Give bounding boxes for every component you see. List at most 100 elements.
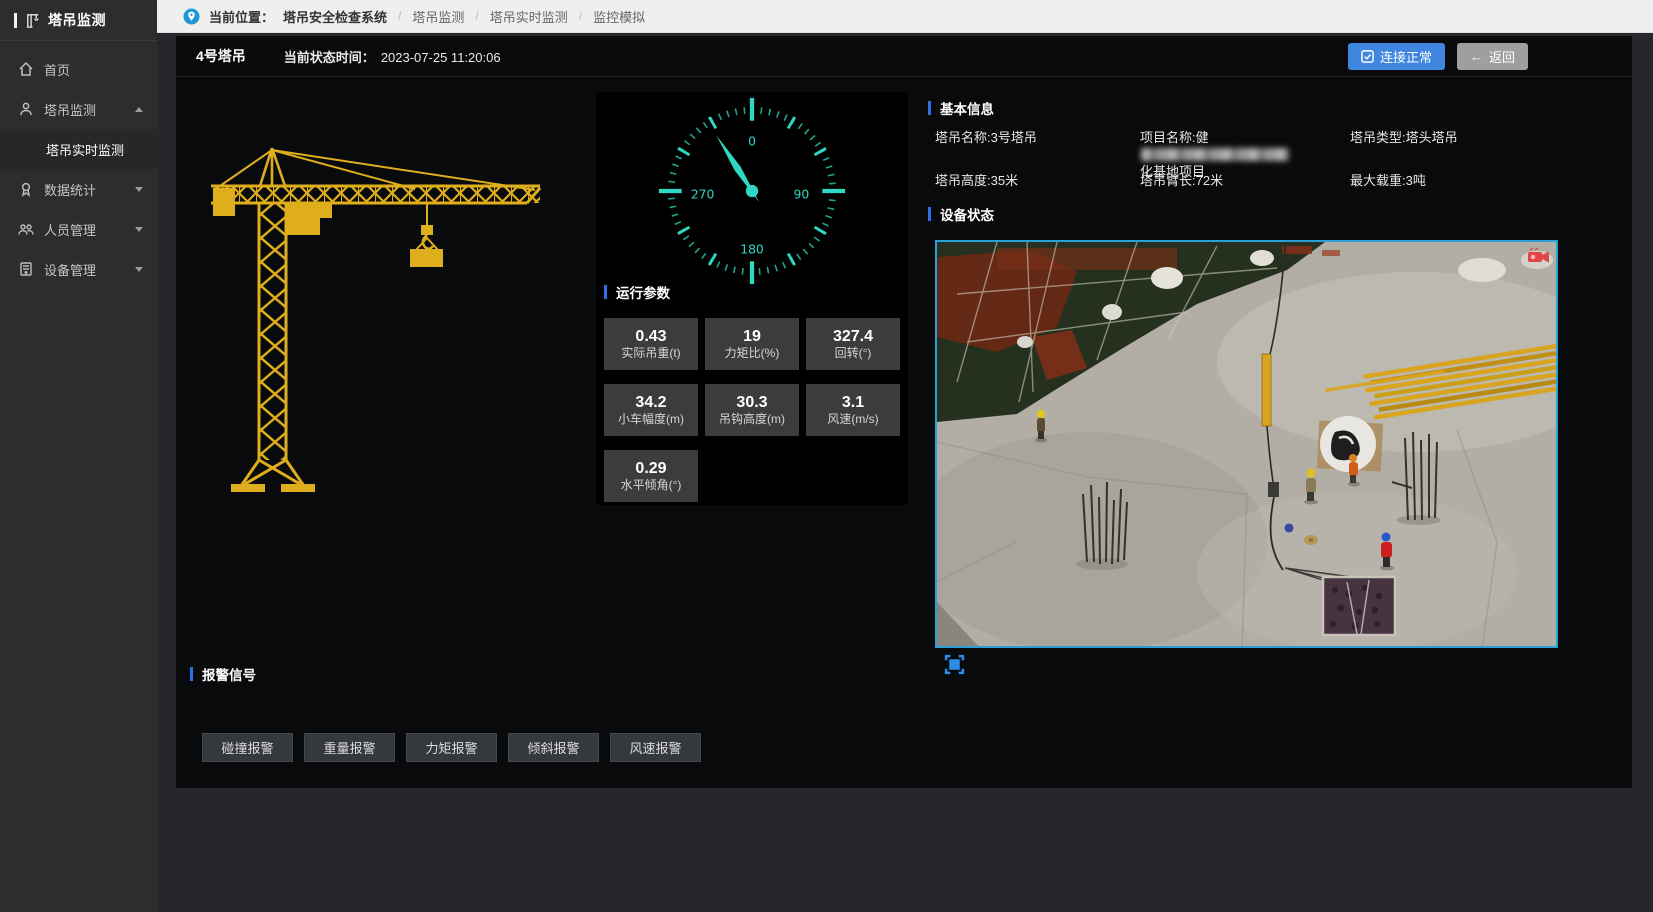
location-pin-icon — [183, 8, 200, 25]
gauge-panel: 0 90 180 270 运行参数 0.43 实际吊重(t) 19 力矩比(%) 3… — [596, 92, 908, 505]
param-value: 0.29 — [635, 461, 666, 477]
sidebar: 塔吊监测 首页 塔吊监测 塔吊实时监测 — [0, 0, 157, 912]
camera-feed — [935, 240, 1558, 648]
compass-needle — [711, 132, 764, 206]
section-accent-bar — [604, 285, 607, 299]
collision-alarm-button[interactable]: 碰撞报警 — [202, 733, 293, 762]
moment-alarm-button[interactable]: 力矩报警 — [406, 733, 497, 762]
connect-button-label: 连接正常 — [1380, 47, 1432, 66]
breadcrumb-item[interactable]: 监控模拟 — [593, 7, 645, 26]
field-crane-height: 塔吊高度:35米 — [935, 172, 1135, 189]
weight-alarm-button[interactable]: 重量报警 — [304, 733, 395, 762]
compass-label-270: 270 — [691, 188, 715, 202]
param-card-hook-height: 30.3吊钩高度(m) — [705, 384, 799, 436]
section-title-text: 运行参数 — [616, 282, 670, 302]
breadcrumb-root[interactable]: 塔吊安全检查系统 — [283, 7, 387, 26]
construction-site-scene — [937, 242, 1558, 648]
section-accent-bar — [928, 101, 931, 115]
section-title-text: 报警信号 — [202, 664, 256, 684]
crane-name: 4号塔吊 — [196, 46, 246, 66]
chevron-down-icon — [135, 187, 143, 192]
param-label: 力矩比(%) — [725, 347, 780, 359]
alarm-signal-title: 报警信号 — [190, 664, 256, 684]
param-card-horizontal-tilt: 0.29 水平倾角(°) — [604, 450, 698, 502]
sidebar-item-label: 人员管理 — [44, 220, 96, 239]
run-params-title: 运行参数 — [604, 282, 670, 302]
param-card-slew: 327.4 回转(°) — [806, 318, 900, 370]
param-card-wind-speed: 3.1 风速(m/s) — [806, 384, 900, 436]
param-value: 0.43 — [635, 329, 666, 345]
sidebar-item-data-stats[interactable]: 数据统计 — [0, 169, 157, 209]
param-value: 3.1 — [842, 395, 864, 411]
people-icon — [18, 221, 34, 237]
status-time-value: 2023-07-25 11:20:06 — [381, 50, 501, 65]
param-label: 实际吊重(t) — [621, 347, 680, 359]
breadcrumb-separator: / — [475, 9, 478, 23]
panel-header: 4号塔吊 当前状态时间： 2023-07-25 11:20:06 连接正常 ← 返… — [176, 36, 1632, 77]
param-card-actual-load: 0.43 实际吊重(t) — [604, 318, 698, 370]
device-status-title: 设备状态 — [928, 204, 994, 224]
compass-label-90: 90 — [794, 188, 810, 202]
sidebar-item-label: 塔吊监测 — [44, 100, 96, 119]
param-value: 34.2 — [635, 395, 666, 411]
logo-text: 塔吊监测 — [48, 10, 106, 30]
status-time: 当前状态时间： 2023-07-25 11:20:06 — [284, 47, 501, 66]
field-crane-type: 塔吊类型:塔头塔吊 — [1350, 129, 1570, 146]
section-title-text: 设备状态 — [940, 204, 994, 224]
section-accent-bar — [928, 207, 931, 221]
basic-info-title: 基本信息 — [928, 98, 994, 118]
field-crane-name: 塔吊名称:3号塔吊 — [935, 129, 1135, 146]
tower-crane-illustration — [205, 142, 545, 492]
sidebar-item-personnel[interactable]: 人员管理 — [0, 209, 157, 249]
fullscreen-icon[interactable] — [944, 654, 965, 675]
camera-record-icon[interactable] — [1527, 247, 1551, 267]
param-card-moment-ratio: 19 力矩比(%) — [705, 318, 799, 370]
sidebar-item-crane-monitor[interactable]: 塔吊监测 — [0, 89, 157, 129]
device-icon — [18, 261, 34, 277]
breadcrumb-separator: / — [398, 9, 401, 23]
home-icon — [18, 61, 34, 77]
sidebar-item-label: 数据统计 — [44, 180, 96, 199]
sidebar-item-label: 首页 — [44, 60, 70, 79]
sidebar-item-home[interactable]: 首页 — [0, 49, 157, 89]
page: 塔吊监测 首页 塔吊监测 塔吊实时监测 — [0, 0, 1653, 912]
back-button-label: 返回 — [1489, 47, 1515, 66]
sidebar-item-label: 塔吊实时监测 — [46, 140, 124, 159]
field-arm-length: 塔吊臂长:72米 — [1140, 172, 1345, 189]
sidebar-item-equipment[interactable]: 设备管理 — [0, 249, 157, 289]
run-params-cards: 0.43 实际吊重(t) 19 力矩比(%) 327.4 回转(°) 34.2小车幅度… — [604, 318, 900, 502]
section-accent-bar — [190, 667, 193, 681]
param-label: 风速(m/s) — [827, 413, 878, 425]
compass-label-180: 180 — [740, 243, 764, 257]
sidebar-item-label: 设备管理 — [44, 260, 96, 279]
breadcrumb-item[interactable]: 塔吊实时监测 — [490, 7, 568, 26]
breadcrumb: 当前位置： 塔吊安全检查系统 / 塔吊监测 / 塔吊实时监测 / 监控模拟 — [157, 0, 1653, 33]
wind-alarm-button[interactable]: 风速报警 — [610, 733, 701, 762]
section-title-text: 基本信息 — [940, 98, 994, 118]
breadcrumb-item[interactable]: 塔吊监测 — [412, 7, 464, 26]
status-time-label: 当前状态时间： — [284, 50, 375, 65]
alarm-buttons: 碰撞报警 重量报警 力矩报警 倾斜报警 风速报警 — [202, 733, 701, 762]
redacted-text — [1141, 148, 1289, 161]
main-panel: 4号塔吊 当前状态时间： 2023-07-25 11:20:06 连接正常 ← 返… — [176, 36, 1632, 788]
breadcrumb-prefix: 当前位置： — [209, 7, 274, 26]
param-card-trolley-range: 34.2小车幅度(m) — [604, 384, 698, 436]
slew-compass-gauge: 0 90 180 270 — [657, 96, 847, 286]
param-label: 水平倾角(°) — [621, 479, 682, 491]
back-arrow-icon: ← — [1470, 49, 1483, 64]
crane-logo-icon — [24, 12, 41, 29]
chevron-down-icon — [135, 227, 143, 232]
param-label: 吊钩高度(m) — [719, 413, 785, 425]
param-label: 回转(°) — [835, 347, 872, 359]
award-icon — [18, 181, 34, 197]
user-icon — [18, 101, 34, 117]
chevron-up-icon — [135, 107, 143, 112]
project-name-prefix: 项目名称:健 — [1140, 130, 1209, 145]
back-button[interactable]: ← 返回 — [1457, 43, 1528, 70]
param-value: 327.4 — [833, 329, 873, 345]
param-value: 19 — [743, 329, 761, 345]
tilt-alarm-button[interactable]: 倾斜报警 — [508, 733, 599, 762]
app-logo: 塔吊监测 — [0, 0, 157, 41]
sidebar-item-crane-realtime[interactable]: 塔吊实时监测 — [0, 129, 157, 169]
connect-status-button[interactable]: 连接正常 — [1348, 43, 1445, 70]
